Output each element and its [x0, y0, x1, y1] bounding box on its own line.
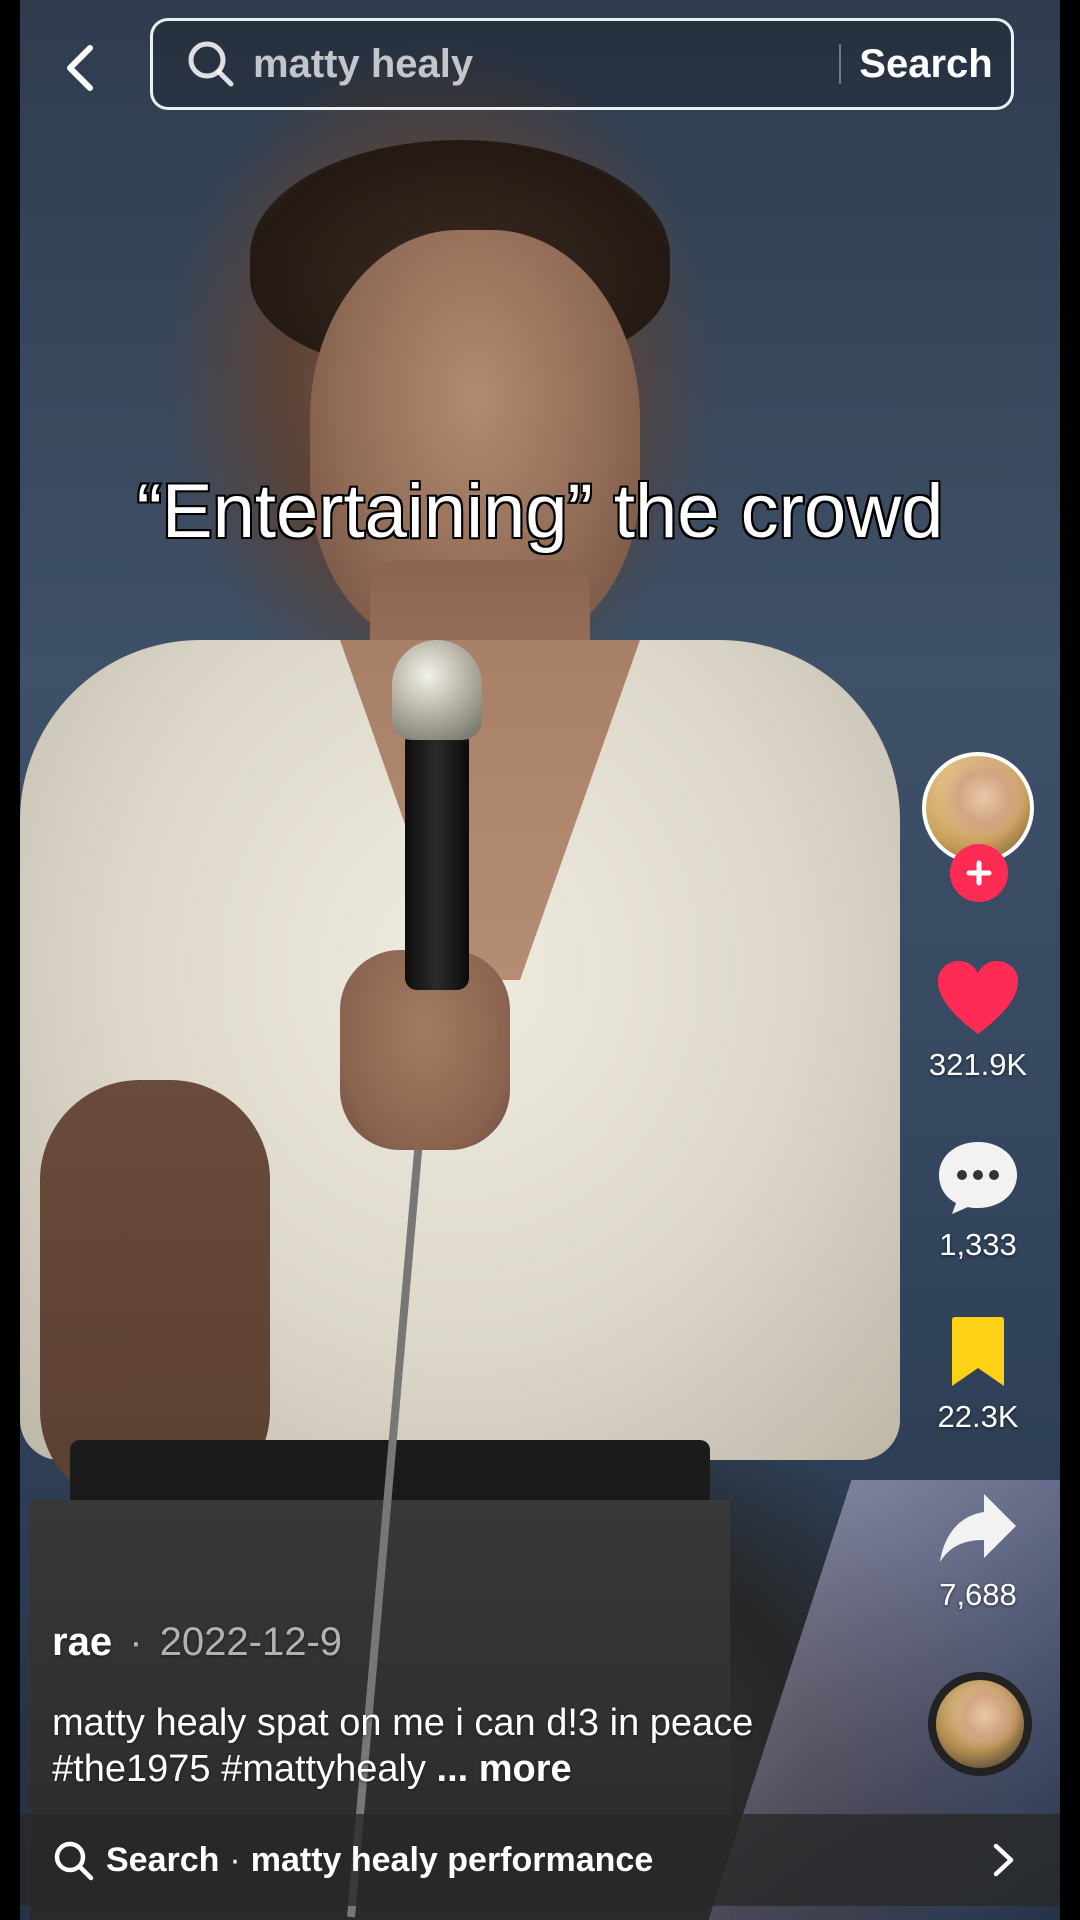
share-count: 7,688: [939, 1577, 1017, 1612]
related-search-label: Search: [106, 1840, 220, 1879]
search-bar[interactable]: matty healy Search: [150, 18, 1014, 110]
search-icon: [183, 36, 239, 92]
chevron-left-icon: [67, 45, 93, 91]
follow-button[interactable]: [950, 844, 1008, 902]
caption-text: matty healy spat on me i can d!3 in peac…: [52, 1702, 754, 1744]
plus-icon: [966, 860, 992, 886]
related-search-bar[interactable]: Search · matty healy performance: [20, 1814, 1060, 1906]
heart-icon: [938, 961, 1018, 1034]
share-arrow-icon: [940, 1494, 1016, 1562]
save-count: 22.3K: [937, 1399, 1019, 1434]
back-button[interactable]: [48, 36, 112, 100]
related-search-term: matty healy performance: [250, 1840, 654, 1879]
microphone-head: [392, 640, 482, 740]
more-button[interactable]: ... more: [437, 1748, 572, 1790]
hashtag-mattyhealy[interactable]: #mattyhealy: [221, 1748, 426, 1790]
related-search-separator: ·: [229, 1840, 241, 1879]
bookmark-icon: [952, 1317, 1004, 1386]
microphone-body: [405, 730, 469, 990]
search-icon: [52, 1839, 94, 1881]
post-meta: rae · 2022-12-9: [52, 1620, 872, 1665]
hashtag-the1975[interactable]: #the1975: [52, 1748, 211, 1790]
share-button[interactable]: 7,688: [908, 1490, 1048, 1613]
like-count: 321.9K: [928, 1047, 1028, 1082]
comment-bubble-icon: [939, 1142, 1017, 1214]
post-caption[interactable]: matty healy spat on me i can d!3 in peac…: [52, 1700, 812, 1792]
action-rail: 321.9K 1,333 22.3K 7,688: [908, 0, 1048, 1920]
like-button[interactable]: 321.9K: [908, 960, 1048, 1083]
save-button[interactable]: 22.3K: [908, 1316, 1048, 1435]
chevron-right-icon: [984, 1840, 1024, 1880]
comment-count: 1,333: [939, 1227, 1017, 1262]
meta-separator: ·: [129, 1620, 143, 1664]
music-disc[interactable]: [928, 1672, 1032, 1776]
creator-username[interactable]: rae: [52, 1620, 112, 1664]
tiktok-video-screen: matty healy Search “Entertaining” the cr…: [0, 0, 1080, 1920]
search-input[interactable]: matty healy: [253, 42, 839, 87]
post-date: 2022-12-9: [159, 1620, 343, 1664]
comment-button[interactable]: 1,333: [908, 1140, 1048, 1263]
